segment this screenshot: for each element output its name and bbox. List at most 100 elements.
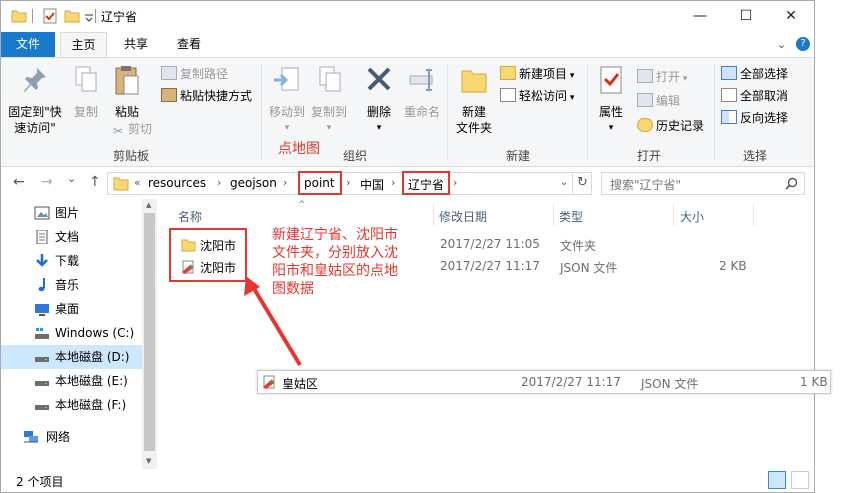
breadcrumb-resources[interactable]: resources — [148, 176, 206, 190]
nav-item-music[interactable]: 音乐 — [1, 273, 156, 297]
status-bar: 2 个项目 — [1, 469, 814, 493]
pin-quick-access-button[interactable]: 固定到"快 速访问" — [6, 64, 64, 136]
nav-item-documents[interactable]: 文档 — [1, 225, 156, 249]
drive-icon — [35, 381, 49, 386]
column-separator[interactable] — [673, 204, 674, 226]
breadcrumb-overflow[interactable]: « — [134, 176, 141, 189]
move-to-button[interactable]: 移动到 ▾ — [266, 64, 308, 136]
invert-selection-label: 反向选择 — [740, 111, 789, 125]
breadcrumb-geojson[interactable]: geojson — [230, 176, 277, 190]
move-to-dropdown-icon: ▾ — [284, 123, 290, 133]
back-button[interactable]: ← — [13, 174, 25, 190]
maximize-button[interactable]: ☐ — [723, 1, 769, 31]
breadcrumb-chevron-icon[interactable]: › — [453, 176, 457, 189]
invert-selection-button[interactable]: 反向选择 — [721, 108, 788, 128]
address-bar[interactable]: « resources › geojson › point › 中国 › 辽宁省… — [107, 172, 592, 195]
column-header-name[interactable]: 名称 — [178, 208, 202, 225]
easy-access-button[interactable]: 轻松访问 ▾ — [500, 86, 574, 106]
paste-icon — [115, 66, 139, 95]
tab-view[interactable]: 查看 — [166, 32, 212, 57]
paste-button[interactable]: 粘贴 — [110, 64, 144, 120]
new-folder-label-2: 文件夹 — [455, 121, 492, 135]
breadcrumb-chevron-icon[interactable]: › — [283, 176, 287, 189]
edit-button[interactable]: 编辑 — [637, 91, 680, 111]
column-header-size[interactable]: 大小 — [680, 208, 704, 225]
easy-access-icon — [500, 88, 516, 102]
help-button[interactable]: ? — [796, 37, 810, 51]
delete-button[interactable]: 删除 ▾ — [361, 64, 397, 136]
breadcrumb-chevron-icon[interactable]: › — [217, 176, 221, 189]
column-header-date[interactable]: 修改日期 — [439, 208, 487, 225]
new-item-button[interactable]: 新建项目 ▾ — [500, 64, 574, 84]
scrollbar-thumb[interactable] — [144, 213, 155, 451]
delete-dropdown-icon: ▾ — [376, 123, 382, 133]
minimize-button[interactable]: — — [677, 1, 723, 31]
scroll-up-icon[interactable]: ▲ — [146, 201, 151, 209]
file-type: JSON 文件 — [641, 377, 699, 391]
properties-check-icon[interactable] — [42, 8, 58, 24]
column-separator[interactable] — [433, 204, 434, 226]
search-icon[interactable] — [785, 177, 798, 190]
customize-dropdown-icon[interactable] — [84, 8, 94, 24]
paste-shortcut-button[interactable]: 粘贴快捷方式 — [161, 86, 252, 106]
refresh-button[interactable]: ↻ — [577, 175, 588, 190]
new-folder-icon[interactable] — [64, 8, 80, 24]
nav-item-drive-e[interactable]: 本地磁盘 (E:) — [1, 369, 156, 393]
navpane-scrollbar[interactable]: ▲ ▼ — [142, 199, 157, 469]
nav-item-network[interactable]: 网络 — [1, 425, 156, 449]
select-all-button[interactable]: 全部选择 — [721, 64, 788, 84]
search-input[interactable]: 搜索"辽宁省" — [610, 176, 681, 193]
breadcrumb-chevron-icon[interactable]: › — [346, 176, 350, 189]
properties-button[interactable]: 属性 ▾ — [593, 64, 629, 136]
close-button[interactable]: ✕ — [768, 1, 814, 31]
scroll-down-icon[interactable]: ▼ — [146, 457, 151, 465]
column-header-type[interactable]: 类型 — [559, 208, 583, 225]
up-button[interactable]: ↑ — [89, 174, 101, 190]
open-button[interactable]: 打开 ▾ — [637, 67, 687, 87]
select-none-icon — [721, 88, 737, 102]
history-button[interactable]: 历史记录 — [637, 116, 704, 136]
column-separator[interactable] — [553, 204, 554, 226]
annotation-note-line: 文件夹，分别放入沈 — [272, 245, 398, 261]
new-folder-button[interactable]: 新建 文件夹 — [453, 64, 495, 136]
search-box[interactable]: 搜索"辽宁省" — [601, 172, 805, 195]
breadcrumb-china[interactable]: 中国 — [360, 176, 384, 193]
breadcrumb-chevron-icon[interactable]: › — [391, 176, 395, 189]
tab-share[interactable]: 共享 — [113, 32, 159, 57]
ribbon-expand-icon[interactable]: ⌄ — [777, 38, 786, 51]
copy-to-button[interactable]: 复制到 ▾ — [308, 64, 350, 136]
nav-item-drive-d[interactable]: 本地磁盘 (D:) — [1, 345, 156, 369]
delete-x-icon — [367, 67, 391, 91]
rename-label: 重命名 — [403, 105, 440, 119]
paste-shortcut-icon — [161, 88, 177, 102]
nav-item-drive-c[interactable]: Windows (C:) — [1, 321, 156, 345]
pin-label-1: 固定到"快 — [8, 105, 62, 119]
tab-home[interactable]: 主页 — [60, 32, 107, 57]
navigation-pane: 图片 文档 下载 音乐 桌面 Windows (C:) 本地磁盘 (D:) 本地… — [1, 199, 157, 469]
rename-button[interactable]: 重命名 — [401, 64, 443, 120]
select-none-button[interactable]: 全部取消 — [721, 86, 788, 106]
edit-icon — [637, 93, 653, 107]
large-icons-view-button[interactable] — [791, 471, 809, 489]
nav-item-desktop[interactable]: 桌面 — [1, 297, 156, 321]
forward-button[interactable]: → — [41, 174, 53, 190]
file-size: 2 KB — [719, 259, 747, 273]
tab-file[interactable]: 文件 — [1, 32, 55, 57]
column-separator[interactable] — [753, 204, 754, 226]
address-dropdown-icon[interactable]: ⌄ — [560, 177, 568, 188]
recent-locations-button[interactable]: ⌄ — [67, 172, 76, 185]
overlay-file-row[interactable]: 皇姑区 2017/2/27 11:17 JSON 文件 1 KB — [257, 370, 831, 394]
file-size: 1 KB — [800, 375, 828, 389]
file-name: 皇姑区 — [282, 377, 319, 391]
nav-item-pictures[interactable]: 图片 — [1, 201, 156, 225]
drive-icon — [35, 405, 49, 410]
copy-path-button[interactable]: 复制路径 — [161, 64, 228, 84]
cut-button[interactable]: ✂ 剪切 — [111, 119, 152, 139]
nav-item-downloads[interactable]: 下载 — [1, 249, 156, 273]
history-icon — [637, 118, 653, 132]
details-view-button[interactable] — [768, 471, 786, 489]
desktop-icon — [35, 304, 49, 316]
copy-button[interactable]: 复制 — [69, 64, 103, 120]
properties-label: 属性 — [598, 105, 623, 119]
nav-item-drive-f[interactable]: 本地磁盘 (F:) — [1, 393, 156, 417]
